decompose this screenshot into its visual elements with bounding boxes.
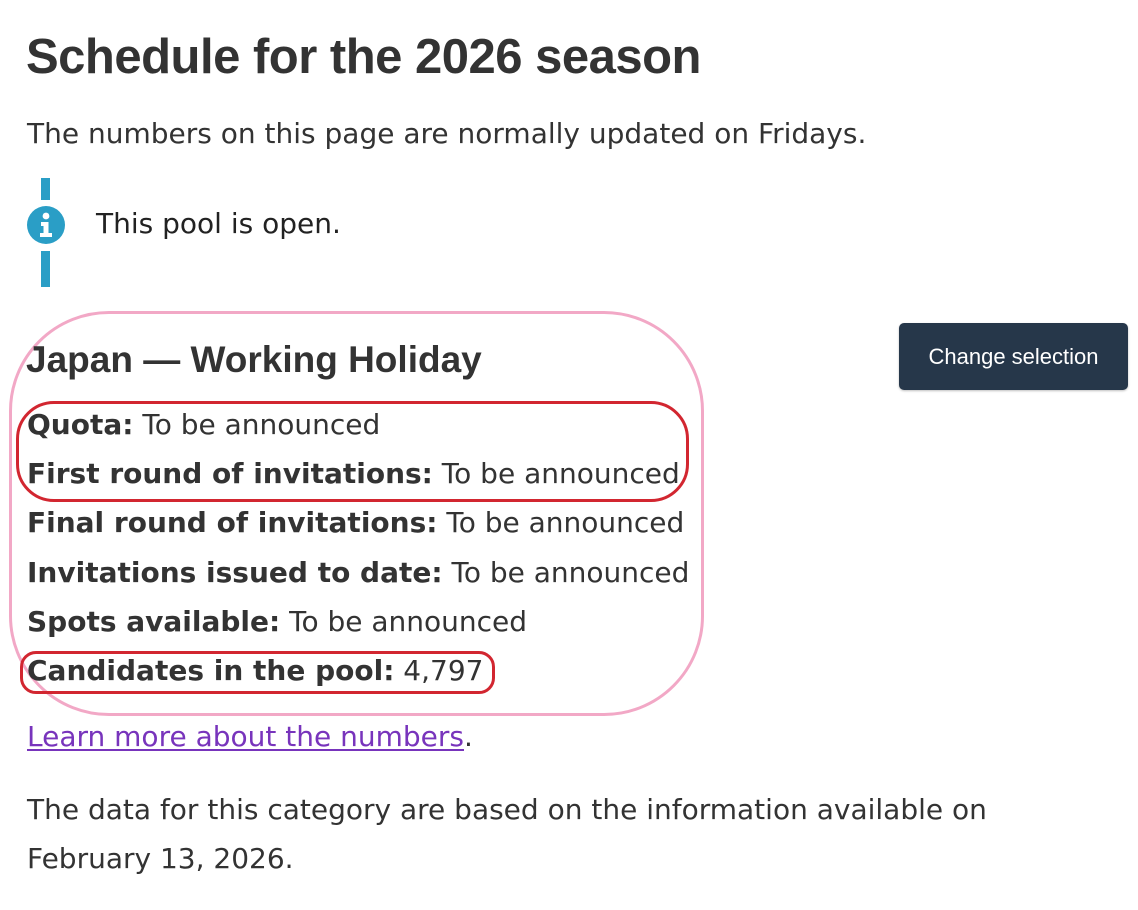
stat-quota-label: Quota: (27, 408, 134, 441)
stat-quota-value: To be announced (142, 408, 381, 441)
stat-first-round-value: To be announced (441, 457, 680, 490)
stat-first-round: First round of invitations: To be announ… (27, 456, 680, 492)
stat-spots-available-label: Spots available: (27, 605, 281, 638)
stat-final-round: Final round of invitations: To be announ… (27, 505, 684, 541)
alert-border-top (41, 178, 50, 200)
stat-candidates-label: Candidates in the pool: (27, 654, 395, 687)
stat-candidates-value: 4,797 (403, 654, 484, 687)
alert-text: This pool is open. (96, 207, 341, 240)
stat-invitations-issued-label: Invitations issued to date: (27, 556, 443, 589)
stat-final-round-label: Final round of invitations: (27, 506, 438, 539)
stat-spots-available-value: To be announced (289, 605, 528, 638)
category-heading: Japan — Working Holiday (26, 339, 482, 380)
page-title: Schedule for the 2026 season (26, 30, 702, 84)
stat-invitations-issued: Invitations issued to date: To be announ… (27, 555, 689, 591)
alert-border-bottom (41, 251, 50, 287)
learn-more-period: . (464, 720, 473, 753)
change-selection-button[interactable]: Change selection (899, 323, 1128, 390)
learn-more-line: Learn more about the numbers. (27, 719, 473, 755)
data-date-note: The data for this category are based on … (27, 793, 987, 875)
stat-candidates: Candidates in the pool: 4,797 (27, 653, 483, 689)
info-icon (27, 206, 65, 244)
update-notice: The numbers on this page are normally up… (27, 117, 867, 150)
stat-final-round-value: To be announced (446, 506, 685, 539)
stat-invitations-issued-value: To be announced (451, 556, 690, 589)
stat-spots-available: Spots available: To be announced (27, 604, 527, 640)
learn-more-link[interactable]: Learn more about the numbers (27, 720, 464, 753)
page: Schedule for the 2026 season The numbers… (0, 0, 1138, 910)
stat-first-round-label: First round of invitations: (27, 457, 433, 490)
stat-quota: Quota: To be announced (27, 407, 380, 443)
